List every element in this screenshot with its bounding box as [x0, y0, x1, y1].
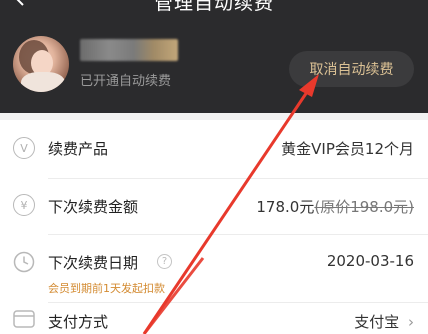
- clock-icon: [13, 251, 35, 273]
- row-amount: ¥ 下次续费金额 178.0元(原价198.0元): [0, 178, 428, 234]
- card-icon: [13, 310, 35, 328]
- currency-icon: ¥: [13, 194, 35, 216]
- payment-value: 支付宝: [354, 313, 400, 331]
- payment-value-group: 支付宝 ›: [354, 311, 414, 332]
- header: 管理自动续费 已开通自动续费 取消自动续费: [0, 0, 428, 113]
- product-label: 续费产品: [48, 140, 109, 158]
- charge-note: 会员到期前1天发起扣款: [48, 282, 165, 295]
- page-title: 管理自动续费: [153, 0, 274, 14]
- avatar: [13, 36, 69, 92]
- username-redacted: [80, 39, 178, 61]
- row-payment[interactable]: 支付方式 支付宝 ›: [0, 302, 428, 334]
- payment-label: 支付方式: [48, 313, 109, 331]
- amount-value: 178.0元: [256, 198, 315, 216]
- help-icon[interactable]: ?: [157, 254, 172, 269]
- amount-value-group: 178.0元(原价198.0元): [256, 196, 414, 217]
- product-value: 黄金VIP会员12个月: [281, 140, 414, 158]
- original-price: (原价198.0元): [314, 198, 414, 216]
- vip-icon: V: [13, 137, 35, 159]
- row-date: 下次续费日期 ? 2020-03-16 会员到期前1天发起扣款: [0, 234, 428, 302]
- chevron-right-icon: ›: [408, 313, 414, 331]
- amount-label: 下次续费金额: [48, 198, 139, 216]
- cancel-auto-renew-button[interactable]: 取消自动续费: [289, 51, 414, 87]
- subscription-status: 已开通自动续费: [80, 74, 172, 89]
- row-product: V 续费产品 黄金VIP会员12个月: [0, 120, 428, 178]
- date-value: 2020-03-16: [326, 252, 414, 270]
- date-label: 下次续费日期: [48, 254, 139, 272]
